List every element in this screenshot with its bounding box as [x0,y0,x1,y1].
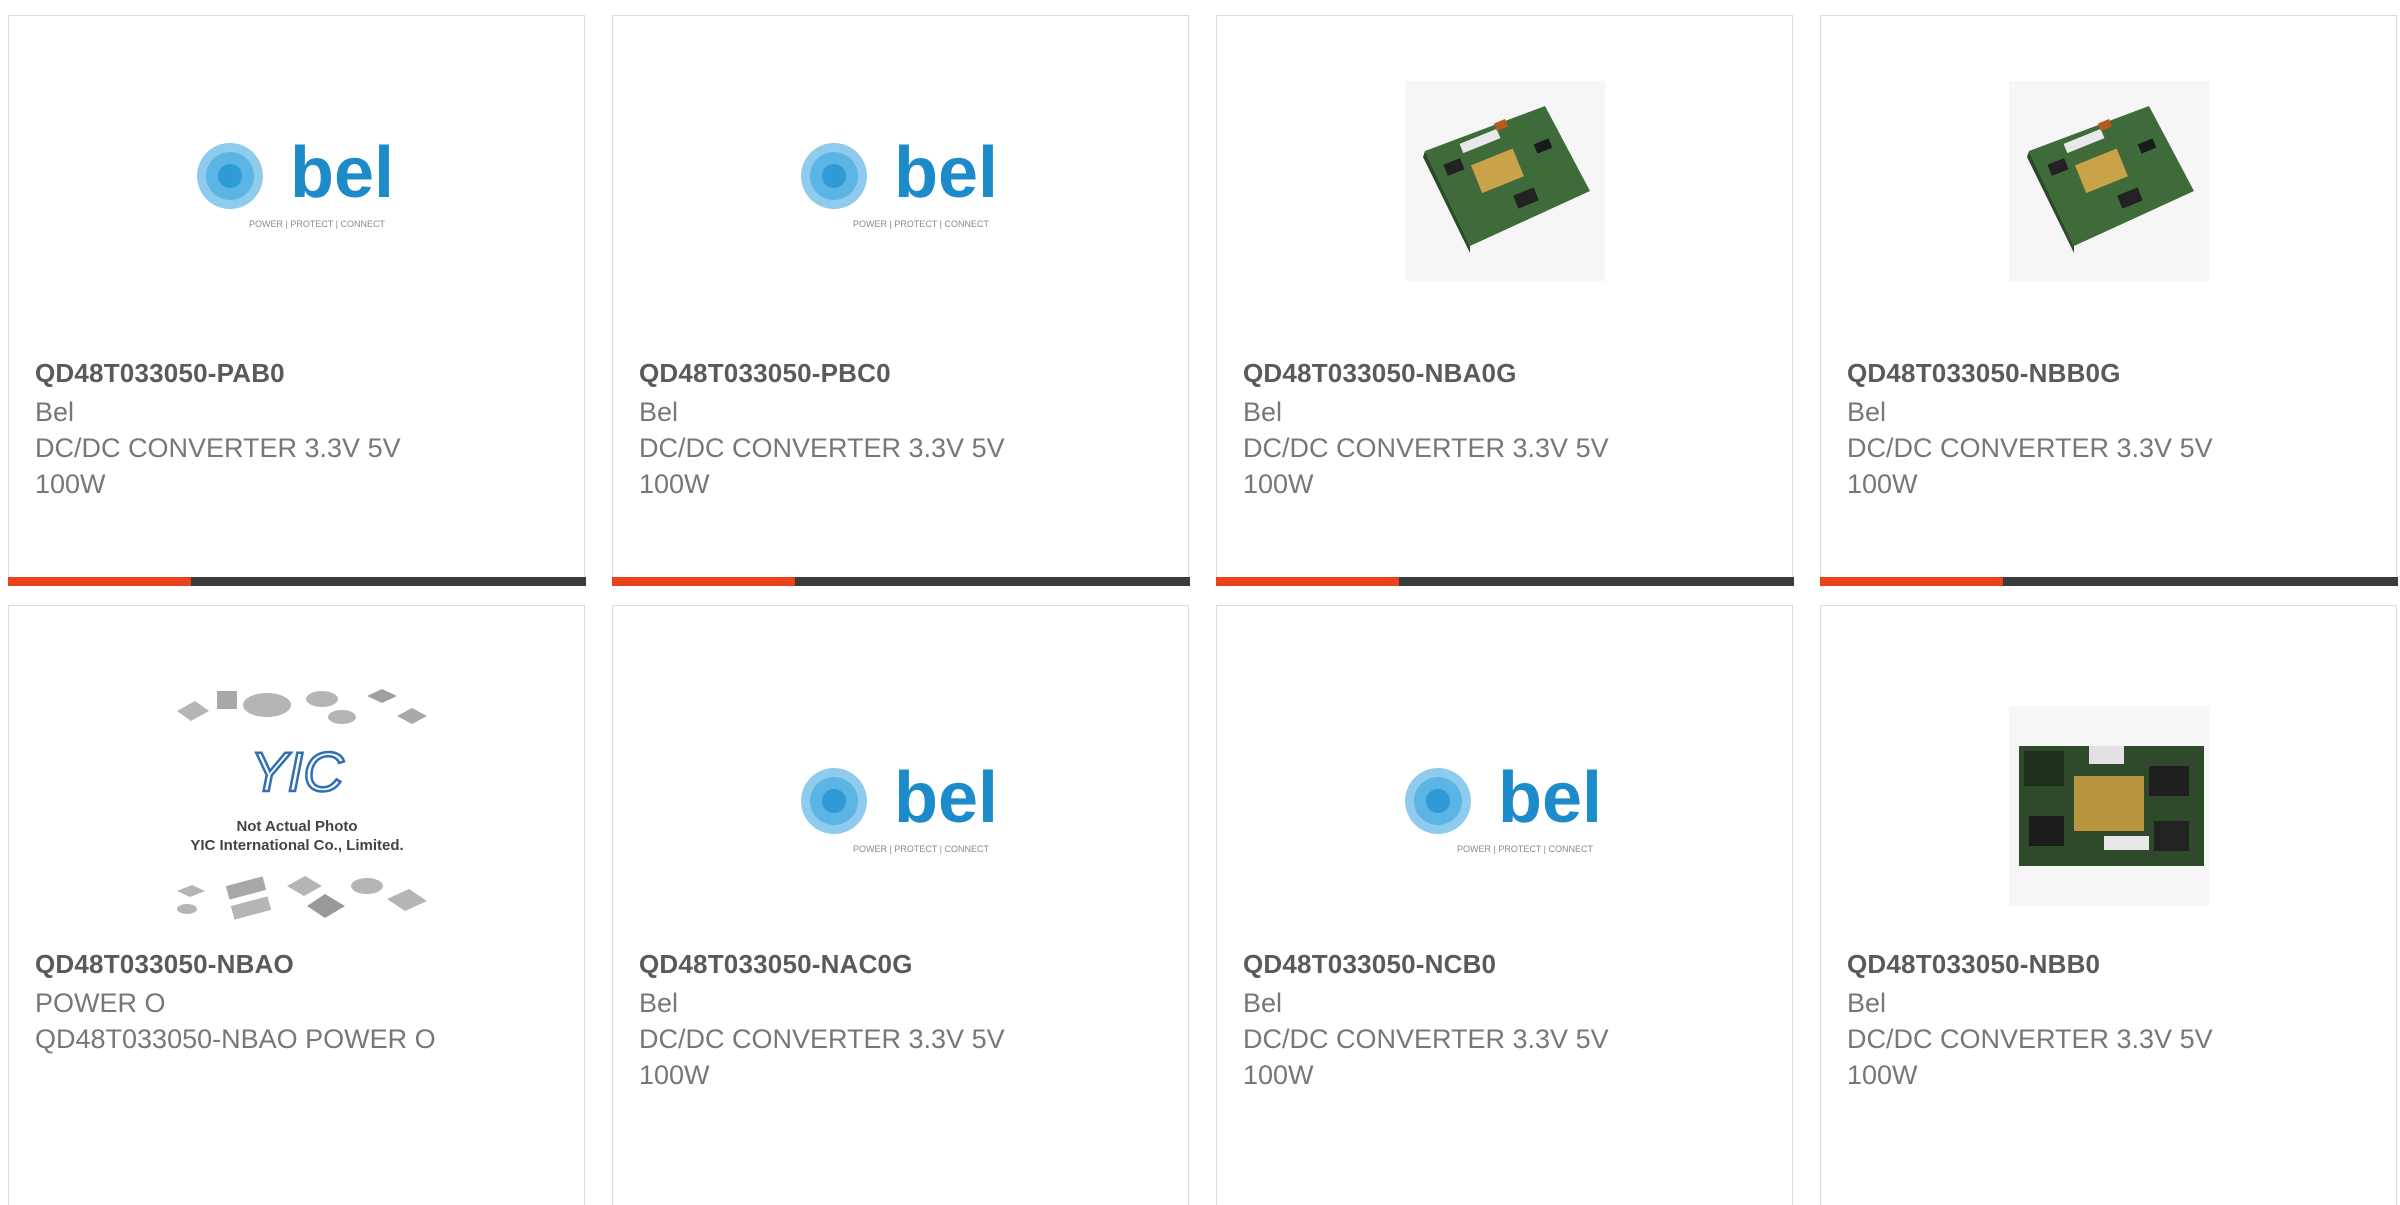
brand-name: Bel [639,988,679,1018]
product-image[interactable] [1821,671,2396,941]
product-description: DC/DC CONVERTER 3.3V 5V [1243,433,1609,463]
product-card[interactable]: QD48T033050-NBB0G Bel DC/DC CONVERTER 3.… [1819,15,2398,586]
product-description-cont: 100W [1243,1060,1314,1090]
product-description: DC/DC CONVERTER 3.3V 5V [35,433,401,463]
placeholder-caption: Not Actual Photo [236,818,357,835]
part-number-link[interactable]: QD48T033050-PBC0 [639,358,891,389]
product-description-cont: 100W [639,1060,710,1090]
bel-wordmark: bel [893,133,997,213]
product-grid: bel POWER | PROTECT | CONNECT QD48T03305… [0,0,2400,1205]
part-number-link[interactable]: QD48T033050-PAB0 [35,358,285,389]
product-card[interactable]: bel POWER | PROTECT | CONNECT QD48T03305… [612,605,1189,1205]
bel-tagline: POWER | PROTECT | CONNECT [852,844,989,854]
bel-tagline: POWER | PROTECT | CONNECT [248,219,385,229]
brand-name: Bel [1847,988,1887,1018]
card-bottom-bar [611,576,1190,586]
product-card[interactable]: bel POWER | PROTECT | CONNECT QD48T03305… [1216,605,1793,1205]
product-description: DC/DC CONVERTER 3.3V 5V [1847,1024,2213,1054]
pcb-module-top-photo [2008,706,2209,906]
part-number-link[interactable]: QD48T033050-NCB0 [1243,949,1496,980]
brand-name: Bel [35,397,75,427]
part-number-link[interactable]: QD48T033050-NBB0G [1847,358,2121,389]
product-card[interactable]: QD48T033050-NBB0 Bel DC/DC CONVERTER 3.3… [1820,605,2397,1205]
brand-name: POWER O [35,988,166,1018]
product-card[interactable]: YIC Not Actual Photo YIC International C… [8,605,585,1205]
product-image[interactable]: bel POWER | PROTECT | CONNECT [613,71,1188,291]
product-image[interactable]: YIC Not Actual Photo YIC International C… [9,671,584,941]
brand-name: Bel [639,397,679,427]
product-description: DC/DC CONVERTER 3.3V 5V [639,433,1005,463]
brand-name: Bel [1243,397,1283,427]
product-description-cont: 100W [1847,1060,1918,1090]
product-image[interactable]: bel POWER | PROTECT | CONNECT [9,71,584,291]
product-description: DC/DC CONVERTER 3.3V 5V [1847,433,2213,463]
bel-tagline: POWER | PROTECT | CONNECT [1456,844,1593,854]
pcb-module-photo [2008,81,2209,281]
card-bottom-bar [1819,576,2398,586]
yic-mark: YIC [250,740,344,803]
bel-logo: bel POWER | PROTECT | CONNECT [800,133,998,229]
product-card[interactable]: QD48T033050-NBA0G Bel DC/DC CONVERTER 3.… [1215,15,1794,586]
product-description-cont: 100W [35,469,106,499]
part-number-link[interactable]: QD48T033050-NBA0G [1243,358,1517,389]
bel-logo: bel POWER | PROTECT | CONNECT [1404,758,1602,854]
product-description-cont: 100W [639,469,710,499]
bel-tagline: POWER | PROTECT | CONNECT [852,219,989,229]
bel-wordmark: bel [1497,758,1601,838]
bel-logo: bel POWER | PROTECT | CONNECT [196,133,394,229]
product-description-cont: 100W [1243,469,1314,499]
product-description: DC/DC CONVERTER 3.3V 5V [1243,1024,1609,1054]
part-number-link[interactable]: QD48T033050-NBAO [35,949,294,980]
product-card[interactable]: bel POWER | PROTECT | CONNECT QD48T03305… [611,15,1190,586]
part-number-link[interactable]: QD48T033050-NBB0 [1847,949,2100,980]
pcb-module-photo [1404,81,1605,281]
part-number-link[interactable]: QD48T033050-NAC0G [639,949,913,980]
bel-wordmark: bel [289,133,393,213]
card-bottom-bar [1215,576,1794,586]
placeholder-company: YIC International Co., Limited. [190,837,403,854]
product-description: QD48T033050-NBAO POWER O [35,1024,436,1054]
product-image[interactable]: bel POWER | PROTECT | CONNECT [1217,671,1792,941]
not-actual-photo-placeholder: YIC Not Actual Photo YIC International C… [176,689,427,920]
brand-name: Bel [1243,988,1283,1018]
bel-wordmark: bel [893,758,997,838]
product-description: DC/DC CONVERTER 3.3V 5V [639,1024,1005,1054]
product-image[interactable]: bel POWER | PROTECT | CONNECT [613,671,1188,941]
brand-name: Bel [1847,397,1887,427]
product-description-cont: 100W [1847,469,1918,499]
bel-logo: bel POWER | PROTECT | CONNECT [800,758,998,854]
product-image[interactable] [1821,71,2396,291]
card-bottom-bar [7,576,586,586]
product-image[interactable] [1217,71,1792,291]
product-card[interactable]: bel POWER | PROTECT | CONNECT QD48T03305… [7,15,586,586]
